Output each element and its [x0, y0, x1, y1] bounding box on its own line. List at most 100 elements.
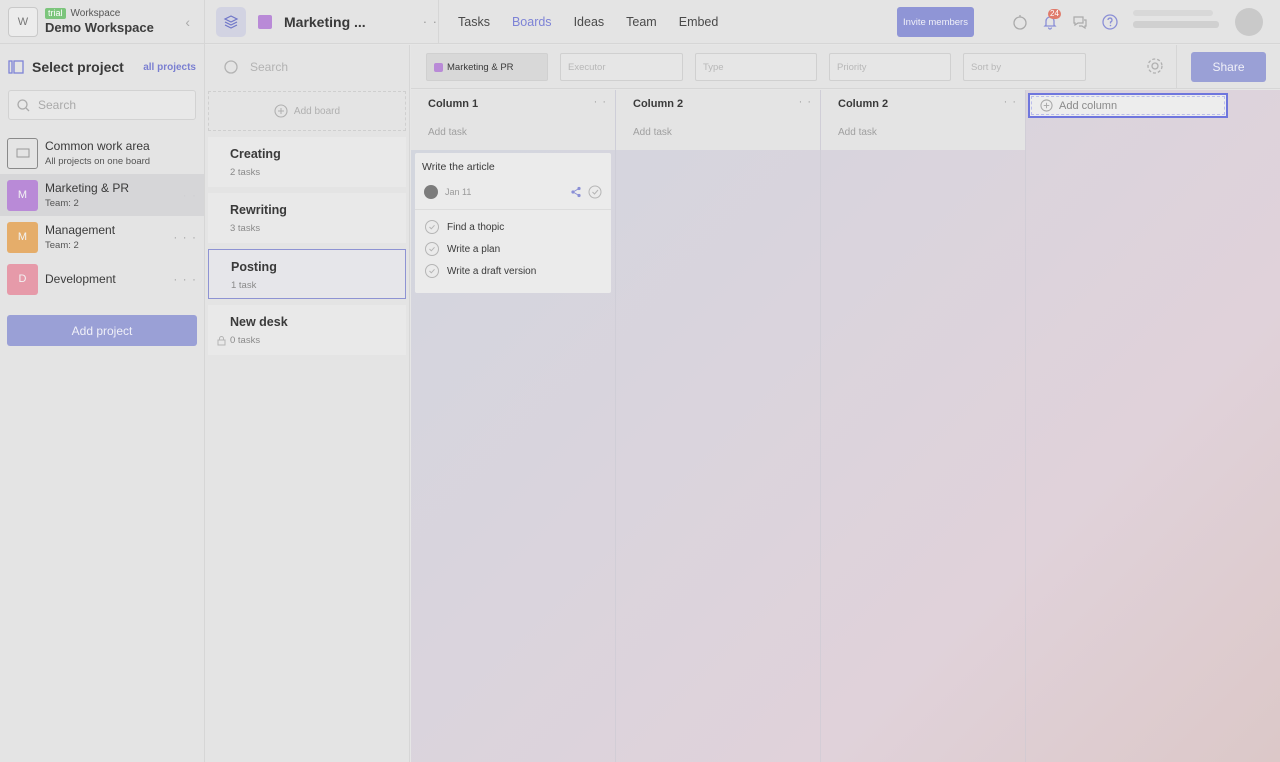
lock-icon: [217, 336, 226, 346]
add-task-button[interactable]: Add task: [428, 127, 598, 138]
board-column: Column 2 · · Add task: [616, 90, 821, 762]
subtask-label: Write a plan: [447, 243, 501, 255]
column-menu-icon[interactable]: · ·: [594, 96, 607, 108]
board-name: Posting: [231, 260, 277, 274]
task-card[interactable]: Write the article Jan 11 Find a thopic W…: [415, 153, 611, 293]
project-menu-icon[interactable]: · · ·: [173, 230, 197, 244]
avatar[interactable]: [1235, 8, 1263, 36]
task-date: Jan 11: [445, 187, 472, 197]
column-menu-icon[interactable]: · ·: [1004, 96, 1017, 108]
layers-icon[interactable]: [216, 6, 246, 37]
subtask-label: Find a thopic: [447, 221, 505, 233]
project-title: Marketing ...: [284, 13, 366, 30]
priority-filter[interactable]: Priority: [829, 53, 951, 81]
tab-team[interactable]: Team: [626, 15, 657, 29]
add-column-label: Add column: [1059, 99, 1118, 112]
project-search-input[interactable]: Search: [8, 90, 196, 120]
current-project[interactable]: Marketing ... · ·: [258, 14, 438, 30]
project-filter[interactable]: Marketing & PR: [426, 53, 548, 81]
share-button[interactable]: Share: [1191, 52, 1266, 82]
board-item-rewriting[interactable]: Rewriting 3 tasks: [208, 193, 406, 243]
column-header: Column 2 · · Add task: [616, 90, 820, 150]
bell-icon[interactable]: 24: [1040, 9, 1061, 32]
tab-boards[interactable]: Boards: [512, 15, 552, 29]
subtask-item[interactable]: Write a draft version: [415, 260, 611, 282]
column-title[interactable]: Column 2: [633, 98, 803, 110]
main-nav: Tasks Boards Ideas Team Embed: [458, 15, 740, 29]
trial-badge: trial: [45, 8, 66, 19]
plus-circle-icon: [274, 104, 288, 118]
help-icon[interactable]: [1100, 12, 1120, 32]
project-item-common[interactable]: Common work area All projects on one boa…: [0, 132, 204, 174]
common-area-icon: [7, 137, 38, 169]
board-item-new-desk[interactable]: New desk 0 tasks: [208, 305, 406, 355]
column-menu-icon[interactable]: · ·: [799, 96, 812, 108]
check-circle-icon[interactable]: [588, 185, 602, 199]
timer-icon[interactable]: [1010, 12, 1030, 32]
check-circle-icon[interactable]: [425, 220, 439, 234]
divider: [1176, 45, 1177, 89]
workspace-label: Workspace: [70, 8, 121, 19]
board-item-creating[interactable]: Creating 2 tasks: [208, 137, 406, 187]
column-header: Column 1 · · Add task: [411, 90, 615, 150]
board-name: New desk: [230, 315, 288, 329]
project-item-development[interactable]: D Development · · ·: [0, 258, 204, 300]
user-info[interactable]: [1133, 10, 1223, 28]
check-circle-icon[interactable]: [425, 242, 439, 256]
add-column-input[interactable]: Add column: [1028, 93, 1228, 118]
column-title[interactable]: Column 1: [428, 98, 598, 110]
top-header: Marketing ... · · Tasks Boards Ideas Tea…: [205, 0, 1280, 44]
executor-filter[interactable]: Executor: [560, 53, 683, 81]
invite-members-button[interactable]: Invite members: [897, 7, 974, 37]
project-list: Common work area All projects on one boa…: [0, 132, 204, 300]
add-task-button[interactable]: Add task: [838, 127, 1008, 138]
collapse-sidebar-icon[interactable]: ‹: [185, 14, 190, 30]
gear-icon[interactable]: [1146, 57, 1164, 75]
project-item-marketing[interactable]: M Marketing & PR Team: 2 · ·: [0, 174, 204, 216]
add-task-button[interactable]: Add task: [633, 127, 803, 138]
board-column: Column 2 · · Add task: [821, 90, 1026, 762]
plus-circle-icon: [1040, 99, 1053, 112]
boards-search-input[interactable]: Search: [205, 45, 409, 89]
subtask-label: Write a draft version: [447, 265, 537, 277]
project-avatar: M: [7, 221, 38, 253]
check-circle-icon[interactable]: [425, 264, 439, 278]
board-count: 0 tasks: [230, 335, 261, 346]
board-item-posting[interactable]: Posting 1 task: [208, 249, 406, 299]
type-filter[interactable]: Type: [695, 53, 817, 81]
project-color-square: [258, 14, 272, 29]
search-icon: [224, 60, 238, 74]
tab-ideas[interactable]: Ideas: [574, 15, 605, 29]
avatar: [424, 185, 438, 199]
add-project-button[interactable]: Add project: [7, 315, 197, 346]
chat-icon[interactable]: [1070, 12, 1090, 32]
filters-bar: Marketing & PR Executor Type Priority So…: [411, 45, 1280, 89]
divider: [415, 209, 611, 210]
board-count: 1 task: [231, 280, 257, 291]
project-options-icon[interactable]: · ·: [423, 14, 438, 29]
board-name: Rewriting: [230, 203, 287, 217]
boards-panel: Search Add board Creating 2 tasks Rewrit…: [205, 45, 410, 762]
project-menu-icon[interactable]: · · ·: [173, 272, 197, 286]
subtask-item[interactable]: Write a plan: [415, 238, 611, 260]
subtask-item[interactable]: Find a thopic: [415, 216, 611, 238]
tab-embed[interactable]: Embed: [679, 15, 719, 29]
share-nodes-icon[interactable]: [570, 186, 582, 198]
project-item-management[interactable]: M Management Team: 2 · · ·: [0, 216, 204, 258]
sort-by-select[interactable]: Sort by: [963, 53, 1086, 81]
tab-tasks[interactable]: Tasks: [458, 15, 490, 29]
column-title[interactable]: Column 2: [838, 98, 1008, 110]
workspace-header[interactable]: W trial Workspace Demo Workspace ‹: [0, 0, 204, 44]
project-search-placeholder: Search: [38, 98, 77, 112]
project-menu-icon[interactable]: · ·: [183, 188, 197, 202]
project-sidebar: W trial Workspace Demo Workspace ‹ Selec…: [0, 0, 205, 762]
board-name: Creating: [230, 147, 281, 161]
divider: [438, 0, 439, 44]
project-sub: Team: 2: [45, 240, 79, 251]
project-sub: All projects on one board: [45, 156, 151, 167]
project-name: Marketing & PR: [45, 181, 130, 195]
project-filter-label: Marketing & PR: [447, 61, 514, 73]
add-board-button[interactable]: Add board: [208, 91, 406, 131]
all-projects-link[interactable]: all projects: [143, 62, 196, 73]
workspace-info: trial Workspace Demo Workspace: [45, 8, 185, 35]
